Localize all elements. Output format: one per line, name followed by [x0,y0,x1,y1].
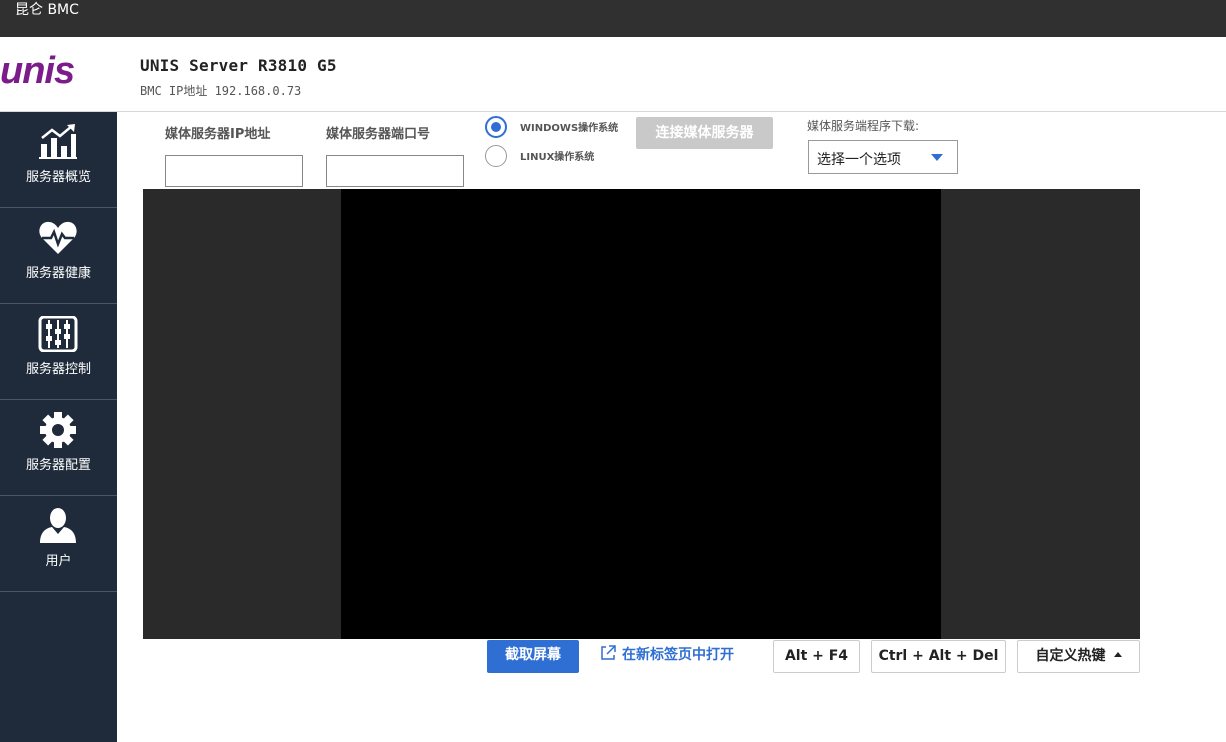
media-ip-label: 媒体服务器IP地址 [165,127,271,142]
sidebar-item-label: 服务器概览 [25,170,91,185]
sidebar-item-label: 服务器控制 [25,362,91,377]
sidebar: 服务器概览 服务器健康 服务器控制 服务器配置 用户 [0,112,117,742]
download-select-value: 选择一个选项 [817,152,901,168]
download-label: 媒体服务端程序下载: [807,119,920,133]
alt-f4-button[interactable]: Alt + F4 [773,640,860,673]
ctrl-alt-del-button[interactable]: Ctrl + Alt + Del [871,640,1006,673]
server-name: UNIS Server R3810 G5 [140,56,337,75]
top-bar: 昆仑 BMC [0,0,1226,37]
logo-text: unis [0,51,74,91]
linux-os-label: LINUX操作系统 [520,152,595,163]
bmc-ip-address: BMC IP地址 192.168.0.73 [140,84,302,98]
capture-screen-button[interactable]: 截取屏幕 [487,640,579,673]
sidebar-item-label: 服务器健康 [25,266,91,281]
external-link-icon [601,645,616,660]
sidebar-item-server-config[interactable]: 服务器配置 [0,400,117,496]
windows-os-label: WINDOWS操作系统 [520,123,619,134]
sidebar-item-server-control[interactable]: 服务器控制 [0,304,117,400]
custom-hotkey-label: 自定义热键 [1035,648,1106,664]
kvm-console[interactable] [143,189,1140,639]
media-port-label: 媒体服务器端口号 [326,127,431,142]
linux-os-radio[interactable] [485,145,507,167]
connect-media-server-button[interactable]: 连接媒体服务器 [636,117,773,149]
sidebar-item-users[interactable]: 用户 [0,496,117,592]
caret-up-icon [1113,652,1122,657]
download-select[interactable]: 选择一个选项 [808,140,958,174]
sidebar-item-label: 服务器配置 [25,458,91,473]
sidebar-item-server-overview[interactable]: 服务器概览 [0,112,117,208]
heart-pulse-icon [39,221,77,254]
custom-hotkey-button[interactable]: 自定义热键 [1017,640,1140,673]
app-title: 昆仑 BMC [15,2,79,18]
chart-icon [39,124,77,159]
open-new-tab-label: 在新标签页中打开 [622,647,734,663]
gear-icon [40,412,76,448]
sidebar-item-label: 用户 [45,554,72,569]
media-ip-input[interactable] [165,155,303,187]
sidebar-item-server-health[interactable]: 服务器健康 [0,208,117,304]
open-new-tab-link[interactable]: 在新标签页中打开 [600,640,760,673]
caret-down-icon [931,154,943,161]
unis-logo: unis [0,51,75,91]
user-icon [40,508,76,543]
windows-os-radio[interactable] [485,116,507,138]
media-port-input[interactable] [326,155,464,187]
abacus-icon [38,316,78,352]
remote-screen[interactable] [341,189,941,639]
header: unis UNIS Server R3810 G5 BMC IP地址 192.1… [0,37,1226,112]
